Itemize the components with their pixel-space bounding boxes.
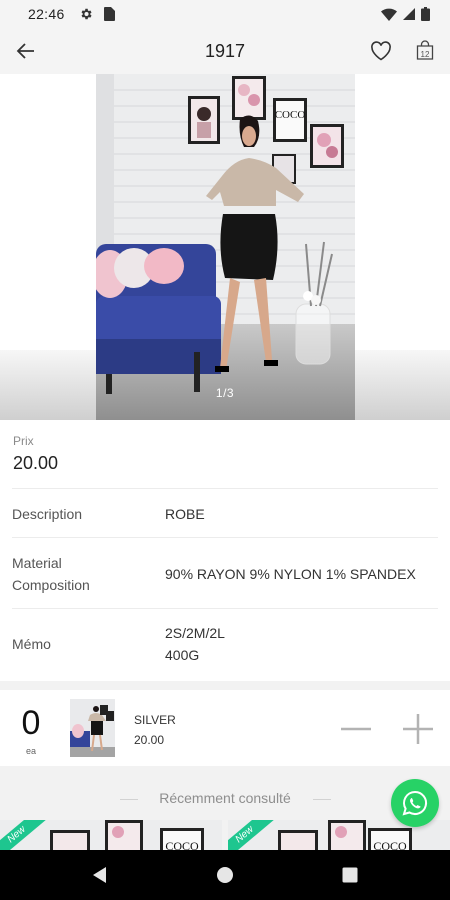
signal-icon [403,8,415,20]
recently-viewed-section: Récemment consulté COCO New COCO New [0,774,450,850]
spec-value-line1: 2S/2M/2L [165,625,225,641]
recent-product-card[interactable]: COCO New [0,820,222,850]
product-photo: COCO [96,74,355,420]
wifi-icon [381,8,397,21]
nav-back-button[interactable] [88,864,110,886]
quantity-unit: ea [25,746,36,756]
gallery-edge-right [355,350,450,420]
price-label: Prix [13,434,34,448]
circle-home-icon [217,867,233,883]
spec-value-line2: 400G [165,647,200,663]
divider [12,608,438,609]
spec-row-memo: Mémo 2S/2M/2L 400G [0,611,450,681]
price-section: Prix 20.00 [0,420,450,488]
back-arrow-icon [16,43,34,59]
spec-key-line1: Material [12,555,62,571]
poster-text: COCO [165,839,199,850]
variant-price: 20.00 [134,733,165,747]
settings-icon [81,8,92,20]
recently-viewed-title: Récemment consulté [159,790,291,806]
poster-text: COCO [373,839,407,850]
title-rule-right [313,799,331,800]
quantity-value: 0 [21,704,41,742]
section-spacer [0,766,450,774]
nav-home-button[interactable] [214,864,236,886]
variant-thumbnail [70,699,115,757]
spec-value: ROBE [165,506,205,522]
divider [12,537,438,538]
back-button[interactable] [12,37,40,65]
cart-button[interactable]: 12 [411,37,439,65]
spec-row-material: Material Composition 90% RAYON 9% NYLON … [0,540,450,608]
spec-value: 90% RAYON 9% NYLON 1% SPANDEX [165,566,416,582]
whatsapp-icon [402,790,427,816]
minus-icon [341,727,371,731]
decrease-quantity-button[interactable] [340,713,372,745]
plus-icon [403,714,433,744]
product-image-gallery[interactable]: COCO [96,74,355,420]
section-spacer [0,681,450,690]
battery-icon [421,7,430,21]
nav-recents-button[interactable] [339,864,361,886]
increase-quantity-button[interactable] [402,713,434,745]
price-value: 20.00 [13,453,59,473]
spec-key-line2: Composition [12,577,90,593]
status-bar: 22:46 [0,0,450,28]
variant-row: 0 ea SILVER 20.00 [0,690,450,766]
system-navigation-bar [0,850,450,900]
whatsapp-button[interactable] [391,779,439,827]
variant-color: SILVER [134,713,176,727]
square-recents-icon [342,867,358,883]
gallery-edge-left [0,350,96,420]
cart-count-badge: 12 [420,50,430,59]
heart-icon [371,41,391,61]
app-bar: 1917 12 [0,28,450,74]
status-time: 22:46 [28,6,65,22]
spec-key: Description [12,506,83,522]
favorite-button[interactable] [367,37,395,65]
triangle-back-icon [93,867,106,883]
sim-card-icon [103,7,115,21]
spec-row-description: Description ROBE [0,491,450,537]
poster-text: COCO [275,109,306,121]
spec-key: Mémo [12,636,51,652]
divider [12,488,438,489]
gallery-page-indicator: 1/3 [215,386,235,400]
